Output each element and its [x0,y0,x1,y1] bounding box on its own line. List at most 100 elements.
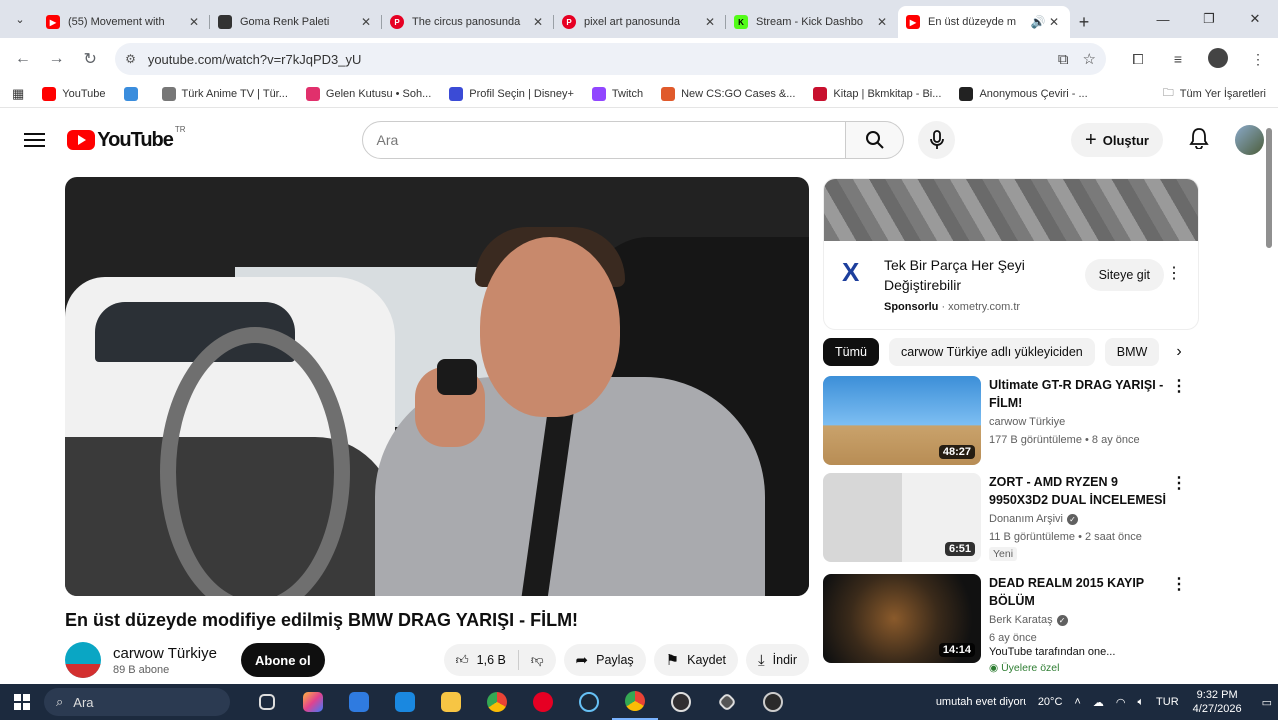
browser-tab[interactable]: ▶ (55) Movement with ✕ [38,6,210,38]
site-info-icon[interactable]: ⚙ [125,52,136,66]
bookmark-star-icon[interactable]: ☆ [1083,50,1096,68]
taskbar-search[interactable]: ⌕ Ara [44,688,230,716]
close-tab-icon[interactable]: ✕ [874,15,890,29]
close-tab-icon[interactable]: ✕ [530,15,546,29]
mail-icon[interactable] [382,684,428,720]
forward-icon[interactable]: → [40,50,74,68]
bookmark-item[interactable]: Anonymous Çeviri - ... [959,86,1088,101]
save-button[interactable]: ⚑ Kaydet [653,644,739,676]
start-button[interactable] [0,694,44,710]
create-button[interactable]: + Oluştur [1071,123,1163,157]
close-tab-icon[interactable]: ✕ [702,15,718,29]
pinterest-icon[interactable] [520,684,566,720]
close-tab-icon[interactable]: ✕ [186,15,202,29]
more-options-icon[interactable]: ⋮ [1167,473,1191,562]
more-options-icon[interactable]: ⋮ [1167,376,1191,465]
clock[interactable]: 9:32 PM 4/27/2026 [1193,688,1242,716]
chip-bmw[interactable]: BMW [1104,338,1160,366]
wifi-icon[interactable]: ◠ [1116,696,1126,709]
app-icon[interactable] [750,684,796,720]
browser-tab[interactable]: Goma Renk Paleti ✕ [210,6,382,38]
close-tab-icon[interactable]: ✕ [1046,15,1062,29]
bookmark-item[interactable]: Gelen Kutusu • Soh... [305,86,431,101]
menu-icon[interactable]: ⋮ [1238,51,1278,68]
volume-icon[interactable]: 🔈︎ [1137,696,1144,709]
search-button[interactable] [846,121,905,159]
bookmark-item[interactable]: YouTube [42,86,106,101]
chrome-icon[interactable] [474,684,520,720]
bookmark-item[interactable]: Profil Seçin | Disney+ [449,86,574,101]
more-options-icon[interactable]: ⋮ [1167,574,1191,676]
browser-tab[interactable]: P pixel art panosunda ✕ [554,6,726,38]
all-bookmarks[interactable]: 🗀 Tüm Yer İşaretleri [1163,84,1266,103]
page-scrollbar[interactable] [1264,114,1274,684]
subscribe-button[interactable]: Abone ol [241,643,325,677]
tab-search-button[interactable]: ⌄ [6,5,34,33]
channel-avatar[interactable] [65,642,101,678]
like-button[interactable]: 👍︎ 1,6 B [444,653,518,668]
profile-icon[interactable] [1198,47,1238,71]
chevron-right-icon[interactable]: › [1159,337,1199,367]
search-input[interactable]: Ara [361,121,847,159]
extensions-icon[interactable]: ⧠ [1118,51,1158,68]
address-bar[interactable]: ⚙ youtube.com/watch?v=r7kJqPD3_yU ⧉ ☆ [115,43,1106,75]
unity-icon[interactable] [704,684,750,720]
video-thumbnail[interactable]: 48:27 [823,376,981,465]
reload-icon[interactable]: ↻ [73,49,107,69]
close-tab-icon[interactable]: ✕ [358,15,374,29]
minimize-icon[interactable]: — [1140,12,1186,27]
file-explorer-icon[interactable] [428,684,474,720]
back-icon[interactable]: ← [6,50,40,68]
new-tab-button[interactable]: + [1070,6,1098,38]
steam-icon[interactable] [566,684,612,720]
more-options-icon[interactable]: ⋮ [1164,263,1184,283]
video-thumbnail[interactable]: 6:51 [823,473,981,562]
notifications-bell-icon[interactable] [1189,127,1209,154]
close-window-icon[interactable]: ✕ [1232,11,1278,27]
browser-tab[interactable]: K Stream - Kick Dashbo ✕ [726,6,898,38]
chip-from-uploader[interactable]: carwow Türkiye adlı yükleyiciden [888,338,1095,366]
bookmark-item[interactable]: Türk Anime TV | Tür... [161,86,288,101]
visit-site-button[interactable]: Siteye git [1084,259,1164,291]
bookmark-item[interactable] [123,86,144,101]
sponsored-ad[interactable]: X Tek Bir Parça Her Şeyi Değiştirebilir … [823,178,1199,330]
dislike-button[interactable]: 👎︎ [519,653,556,668]
recommended-video[interactable]: 6:51 ZORT - AMD RYZEN 9 9950X3D2 DUAL İN… [823,473,1203,562]
channel-name[interactable]: carwow Türkiye [113,645,233,662]
bookmark-item[interactable]: New CS:GO Cases &... [661,86,795,101]
chrome-active-icon[interactable] [612,684,658,720]
media-title[interactable]: umutah evet diyorum [936,696,1026,708]
restore-icon[interactable]: ❐ [1186,11,1232,27]
hamburger-menu-icon[interactable] [24,129,46,151]
obs-icon[interactable] [658,684,704,720]
language-indicator[interactable]: TUR [1156,696,1179,708]
notifications-icon[interactable]: ▭ [1262,696,1272,709]
media-icon[interactable]: ≡ [1158,51,1198,67]
recommended-video[interactable]: 48:27 Ultimate GT-R DRAG YARIŞI - FİLM! … [823,376,1203,465]
voice-search-button[interactable] [918,121,956,159]
speaker-icon[interactable]: 🔊 [1030,15,1046,29]
copilot-icon[interactable] [290,684,336,720]
chip-all[interactable]: Tümü [823,338,879,366]
weather-widget[interactable]: 20°C [1038,696,1063,708]
browser-tab[interactable]: P The circus panosunda ✕ [382,6,554,38]
install-icon[interactable]: ⧉ [1058,51,1069,68]
rec-channel[interactable]: Donanım Arşivi ✓ [989,513,1167,525]
download-button[interactable]: ⤓ İndir [746,644,809,676]
bookmark-item[interactable]: Kitap | Bkmkitap - Bi... [813,86,941,101]
chevron-up-icon[interactable]: ˄ [1074,696,1080,708]
account-avatar[interactable] [1234,125,1264,155]
bookmark-item[interactable]: Twitch [591,86,643,101]
apps-grid-icon[interactable]: ▦ [12,86,24,102]
rec-channel[interactable]: Berk Karataş ✓ [989,614,1167,626]
store-icon[interactable] [336,684,382,720]
browser-tab-active[interactable]: ▶ En üst düzeyde m 🔊 ✕ [898,6,1070,38]
cloud-icon[interactable]: ☁ [1093,696,1104,709]
video-player[interactable] [65,177,809,596]
video-thumbnail[interactable]: 14:14 [823,574,981,663]
rec-channel[interactable]: carwow Türkiye [989,416,1167,428]
youtube-logo[interactable]: YouTube TR [67,125,186,152]
task-view-icon[interactable] [244,684,290,720]
recommended-video[interactable]: 14:14 DEAD REALM 2015 KAYIP BÖLÜM Berk K… [823,574,1203,676]
share-button[interactable]: ➦ Paylaş [563,644,646,676]
